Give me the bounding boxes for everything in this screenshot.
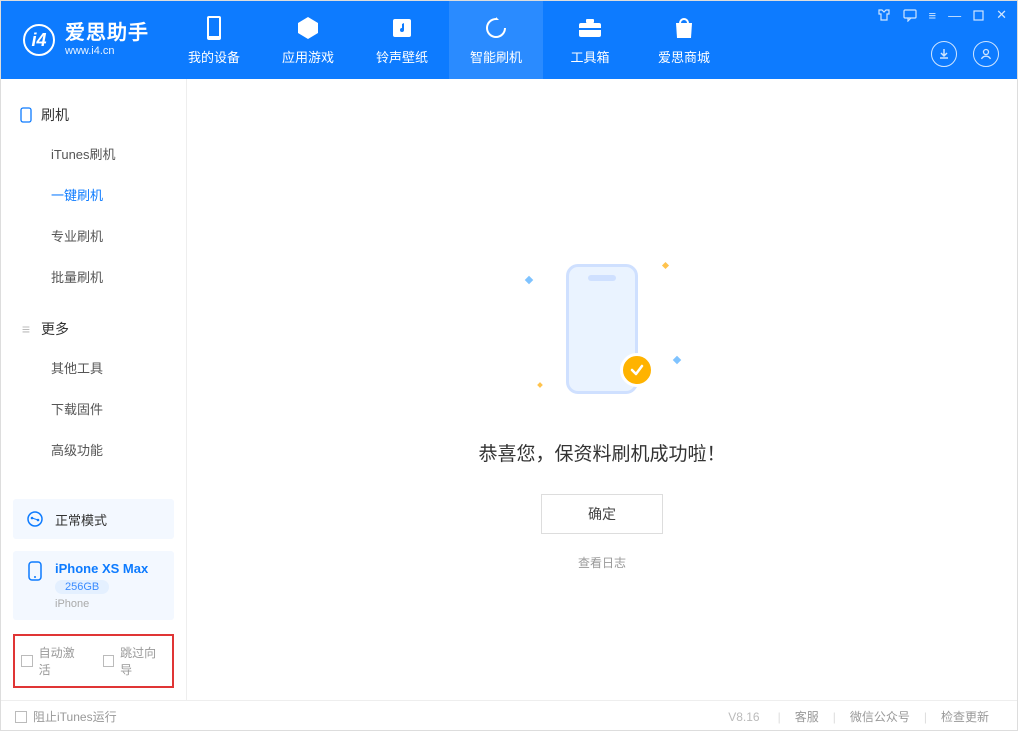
sidebar-item-batch-flash[interactable]: 批量刷机 bbox=[1, 256, 186, 297]
view-log-link[interactable]: 查看日志 bbox=[578, 554, 626, 571]
toolbox-icon bbox=[577, 15, 603, 41]
download-button[interactable] bbox=[931, 41, 957, 67]
tab-label: 智能刷机 bbox=[470, 47, 522, 66]
sidebar-item-pro-flash[interactable]: 专业刷机 bbox=[1, 215, 186, 256]
app-logo-text: 爱思助手 www.i4.cn bbox=[65, 21, 149, 58]
checkbox-icon bbox=[15, 711, 27, 723]
top-tabs: 我的设备 应用游戏 铃声壁纸 智能刷机 工具箱 爱思商城 bbox=[167, 1, 731, 79]
mode-icon bbox=[25, 509, 45, 529]
tab-label: 爱思商城 bbox=[658, 47, 710, 66]
tab-my-device[interactable]: 我的设备 bbox=[167, 1, 261, 79]
app-name: 爱思助手 bbox=[65, 21, 149, 45]
sidebar-group-flash: 刷机 bbox=[1, 97, 186, 133]
bag-icon bbox=[671, 15, 697, 41]
mode-card[interactable]: 正常模式 bbox=[13, 499, 174, 539]
sidebar: 刷机 iTunes刷机 一键刷机 专业刷机 批量刷机 ≡ 更多 其他工具 下载固… bbox=[1, 79, 187, 700]
feedback-icon[interactable] bbox=[903, 8, 917, 22]
flash-options-highlighted: 自动激活 跳过向导 bbox=[13, 634, 174, 688]
tab-label: 应用游戏 bbox=[282, 47, 334, 66]
option-auto-activate[interactable]: 自动激活 bbox=[21, 644, 85, 678]
window-controls: ≡ — ✕ bbox=[877, 7, 1008, 23]
sidebar-item-download-firmware[interactable]: 下载固件 bbox=[1, 388, 186, 429]
skin-icon[interactable] bbox=[877, 8, 891, 22]
tab-ringtone-wallpaper[interactable]: 铃声壁纸 bbox=[355, 1, 449, 79]
spark-icon bbox=[537, 382, 543, 388]
option-skip-guide[interactable]: 跳过向导 bbox=[103, 644, 167, 678]
tab-label: 工具箱 bbox=[570, 47, 609, 66]
app-url: www.i4.cn bbox=[65, 45, 149, 58]
device-icon bbox=[201, 15, 227, 41]
footer-link-update[interactable]: 检查更新 bbox=[927, 708, 1003, 725]
header-right-icons bbox=[931, 41, 999, 67]
logo-area: i4 爱思助手 www.i4.cn bbox=[1, 1, 167, 79]
device-card[interactable]: iPhone XS Max 256GB iPhone bbox=[13, 551, 174, 620]
cube-icon bbox=[295, 15, 321, 41]
minimize-icon[interactable]: — bbox=[948, 8, 961, 23]
music-icon bbox=[389, 15, 415, 41]
tab-apps-games[interactable]: 应用游戏 bbox=[261, 1, 355, 79]
sidebar-group-title: 刷机 bbox=[41, 105, 69, 125]
app-footer: 阻止iTunes运行 V8.16 | 客服 | 微信公众号 | 检查更新 bbox=[1, 700, 1017, 732]
spark-icon bbox=[673, 355, 681, 363]
maximize-icon[interactable] bbox=[973, 10, 984, 21]
option-label: 跳过向导 bbox=[120, 644, 166, 678]
list-icon: ≡ bbox=[19, 322, 33, 336]
confirm-button[interactable]: 确定 bbox=[541, 494, 663, 534]
sidebar-item-itunes-flash[interactable]: iTunes刷机 bbox=[1, 133, 186, 174]
option-block-itunes[interactable]: 阻止iTunes运行 bbox=[15, 708, 117, 725]
sidebar-item-other-tools[interactable]: 其他工具 bbox=[1, 347, 186, 388]
sidebar-group-more: ≡ 更多 bbox=[1, 311, 186, 347]
spark-icon bbox=[662, 261, 669, 268]
sidebar-item-advanced[interactable]: 高级功能 bbox=[1, 429, 186, 470]
option-label: 阻止iTunes运行 bbox=[33, 708, 117, 725]
success-message: 恭喜您，保资料刷机成功啦！ bbox=[478, 439, 725, 466]
success-illustration bbox=[502, 249, 702, 409]
device-type: iPhone bbox=[55, 598, 148, 610]
refresh-icon bbox=[483, 15, 509, 41]
spark-icon bbox=[525, 275, 533, 283]
user-button[interactable] bbox=[973, 41, 999, 67]
footer-link-support[interactable]: 客服 bbox=[781, 708, 833, 725]
app-header: i4 爱思助手 www.i4.cn 我的设备 应用游戏 铃声壁纸 智能刷机 工具… bbox=[1, 1, 1017, 79]
checkmark-badge-icon bbox=[620, 353, 654, 387]
main-content: 恭喜您，保资料刷机成功啦！ 确定 查看日志 bbox=[187, 79, 1017, 700]
menu-icon[interactable]: ≡ bbox=[929, 8, 937, 23]
app-logo-icon: i4 bbox=[23, 24, 55, 56]
tab-label: 我的设备 bbox=[188, 47, 240, 66]
device-name: iPhone XS Max bbox=[55, 561, 148, 576]
tab-label: 铃声壁纸 bbox=[376, 47, 428, 66]
device-capacity: 256GB bbox=[55, 580, 109, 594]
option-label: 自动激活 bbox=[39, 644, 85, 678]
app-body: 刷机 iTunes刷机 一键刷机 专业刷机 批量刷机 ≡ 更多 其他工具 下载固… bbox=[1, 79, 1017, 700]
tab-toolbox[interactable]: 工具箱 bbox=[543, 1, 637, 79]
close-icon[interactable]: ✕ bbox=[996, 7, 1007, 23]
device-info: iPhone XS Max 256GB iPhone bbox=[55, 561, 148, 610]
device-phone-icon bbox=[25, 561, 45, 581]
tab-store[interactable]: 爱思商城 bbox=[637, 1, 731, 79]
sidebar-group-title: 更多 bbox=[41, 319, 69, 339]
phone-outline-icon bbox=[19, 108, 33, 122]
version-label: V8.16 bbox=[728, 710, 759, 724]
tab-smart-flash[interactable]: 智能刷机 bbox=[449, 1, 543, 79]
checkbox-icon bbox=[103, 655, 115, 667]
mode-label: 正常模式 bbox=[55, 510, 107, 529]
checkbox-icon bbox=[21, 655, 33, 667]
footer-link-wechat[interactable]: 微信公众号 bbox=[836, 708, 924, 725]
sidebar-item-oneclick-flash[interactable]: 一键刷机 bbox=[1, 174, 186, 215]
